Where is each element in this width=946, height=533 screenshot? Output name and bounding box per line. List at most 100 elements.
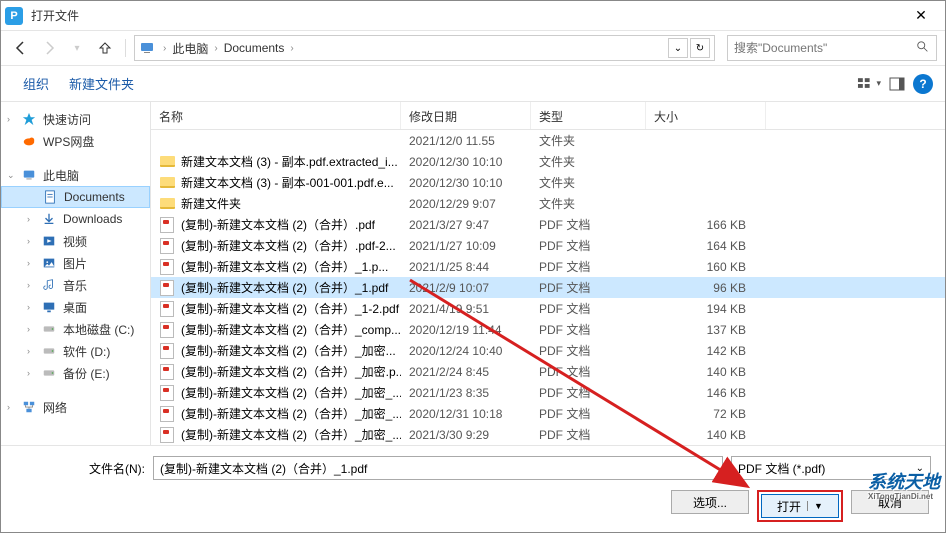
table-row[interactable]: (复制)-新建文本文档 (2)（合并）_加密... 2020/12/24 10:4… [151, 340, 945, 361]
preview-pane-button[interactable] [885, 72, 909, 96]
table-row[interactable]: (复制)-新建文本文档 (2)（合并）_1-2.pdf2021/4/19 9:5… [151, 298, 945, 319]
sidebar-item[interactable]: ›视频 [1, 230, 150, 252]
header-name[interactable]: 名称 [151, 102, 401, 129]
header-size[interactable]: 大小 [646, 102, 766, 129]
expand-icon[interactable]: › [27, 368, 30, 378]
file-date: 2020/12/19 11:44 [401, 323, 531, 337]
table-row[interactable]: 新建文件夹2020/12/29 9:07文件夹 [151, 193, 945, 214]
sidebar-item[interactable]: Documents [1, 186, 150, 208]
file-size: 140 KB [646, 365, 766, 379]
file-size: 96 KB [646, 281, 766, 295]
desktop-icon [41, 299, 57, 315]
sidebar-item[interactable]: ›音乐 [1, 274, 150, 296]
doc-icon [42, 189, 58, 205]
folder-icon [159, 154, 175, 170]
close-button[interactable]: ✕ [901, 2, 941, 30]
sidebar-item[interactable]: › 快速访问 [1, 108, 150, 130]
table-row[interactable]: (复制)-新建文本文档 (2)（合并）.pdf-2...2021/1/27 10… [151, 235, 945, 256]
table-row[interactable]: (复制)-新建文本文档 (2)（合并）_1.p...2021/1/25 8:44… [151, 256, 945, 277]
header-date[interactable]: 修改日期 [401, 102, 531, 129]
sidebar-item[interactable]: WPS网盘 [1, 130, 150, 152]
expand-icon[interactable]: › [7, 402, 10, 412]
filename-input[interactable] [153, 456, 723, 480]
expand-icon[interactable]: › [7, 114, 10, 124]
table-row[interactable]: (复制)-新建文本文档 (2)（合并）_加密.p...2021/2/24 8:4… [151, 361, 945, 382]
organize-button[interactable]: 组织 [13, 70, 59, 97]
breadcrumb[interactable]: › 此电脑 › Documents › ⌄ ↻ [134, 35, 715, 61]
network-icon [21, 399, 37, 415]
new-folder-button[interactable]: 新建文件夹 [59, 70, 144, 97]
file-size: 142 KB [646, 344, 766, 358]
chevron-down-icon[interactable]: ▼ [807, 501, 823, 511]
back-button[interactable] [9, 36, 33, 60]
table-row[interactable]: 新建文本文档 (3) - 副本-001-001.pdf.e...2020/12/… [151, 172, 945, 193]
pc-icon [139, 40, 155, 56]
pdf-icon [159, 406, 175, 422]
breadcrumb-sep: › [210, 43, 221, 54]
file-type: PDF 文档 [531, 363, 646, 380]
breadcrumb-item[interactable]: Documents [222, 41, 287, 55]
expand-icon[interactable]: ⌄ [7, 170, 15, 181]
file-name: (复制)-新建文本文档 (2)（合并）_加密... [181, 342, 396, 359]
search-input[interactable] [734, 41, 916, 55]
column-headers: 名称 修改日期 类型 大小 [151, 102, 945, 130]
sidebar-item[interactable]: › 桌面 [1, 296, 150, 318]
sidebar-item-label: 桌面 [63, 299, 87, 316]
file-type: PDF 文档 [531, 426, 646, 443]
filetype-label: PDF 文档 (*.pdf) [738, 460, 825, 477]
file-pane: 名称 修改日期 类型 大小 2021/12/0 11.55 文件夹 新建文本文档… [151, 102, 945, 445]
table-row[interactable]: 2021/12/0 11.55 文件夹 [151, 130, 945, 151]
pdf-icon [159, 259, 175, 275]
up-button[interactable] [93, 36, 117, 60]
refresh-button[interactable]: ↻ [690, 38, 710, 58]
file-name: 新建文件夹 [181, 195, 241, 212]
forward-button[interactable] [37, 36, 61, 60]
expand-icon[interactable]: › [27, 280, 30, 290]
sidebar-item[interactable]: ›本地磁盘 (C:) [1, 318, 150, 340]
file-date: 2021/3/27 9:47 [401, 218, 531, 232]
sidebar-item[interactable]: ›软件 (D:) [1, 340, 150, 362]
search-box[interactable] [727, 35, 937, 61]
star-icon [21, 111, 37, 127]
recent-dropdown[interactable]: ▾ [65, 36, 89, 60]
help-button[interactable]: ? [913, 74, 933, 94]
sidebar-item[interactable]: ›备份 (E:) [1, 362, 150, 384]
expand-icon[interactable]: › [27, 302, 30, 312]
pdf-icon [159, 238, 175, 254]
music-icon [41, 277, 57, 293]
sidebar-item[interactable]: ›网络 [1, 396, 150, 418]
sidebar-item-label: 快速访问 [43, 111, 91, 128]
expand-icon[interactable]: › [27, 346, 30, 356]
expand-icon[interactable]: › [27, 258, 30, 268]
table-row[interactable]: (复制)-新建文本文档 (2)（合并）_1.pdf2021/2/9 10:07P… [151, 277, 945, 298]
file-date: 2021/4/19 9:51 [401, 302, 531, 316]
table-row[interactable]: (复制)-新建文本文档 (2)（合并）_加密_...2021/1/23 8:35… [151, 382, 945, 403]
file-size: 146 KB [646, 386, 766, 400]
table-row[interactable]: (复制)-新建文本文档 (2)（合并）_加密_...2020/12/31 10:… [151, 403, 945, 424]
table-row[interactable]: (复制)-新建文本文档 (2)（合并）_comp...2020/12/19 11… [151, 319, 945, 340]
open-button[interactable]: 打开 ▼ [761, 494, 839, 518]
breadcrumb-item[interactable]: 此电脑 [170, 40, 210, 57]
table-row[interactable]: 新建文本文档 (3) - 副本.pdf.extracted_i...2020/1… [151, 151, 945, 172]
table-row[interactable]: (复制)-新建文本文档 (2)（合并）_加密_...2021/3/30 9:29… [151, 424, 945, 445]
file-type: PDF 文档 [531, 258, 646, 275]
file-date: 2020/12/24 10:40 [401, 344, 531, 358]
view-options-button[interactable]: ▾ [857, 72, 881, 96]
file-list[interactable]: 2021/12/0 11.55 文件夹 新建文本文档 (3) - 副本.pdf.… [151, 130, 945, 445]
folder-icon [159, 196, 175, 212]
toolbar: 组织 新建文件夹 ▾ ? [1, 66, 945, 102]
expand-icon[interactable]: › [27, 214, 30, 224]
folder-icon [159, 175, 175, 191]
expand-icon[interactable]: › [27, 324, 30, 334]
options-button[interactable]: 选项... [671, 490, 749, 514]
breadcrumb-dropdown[interactable]: ⌄ [668, 38, 688, 58]
disk-icon [41, 343, 57, 359]
sidebar-item[interactable]: ›Downloads [1, 208, 150, 230]
expand-icon[interactable]: › [27, 236, 30, 246]
sidebar-item[interactable]: ›图片 [1, 252, 150, 274]
sidebar-item[interactable]: ⌄此电脑 [1, 164, 150, 186]
table-row[interactable]: (复制)-新建文本文档 (2)（合并）.pdf2021/3/27 9:47PDF… [151, 214, 945, 235]
pdf-icon [159, 343, 175, 359]
file-date: 2021/3/30 9:29 [401, 428, 531, 442]
header-type[interactable]: 类型 [531, 102, 646, 129]
